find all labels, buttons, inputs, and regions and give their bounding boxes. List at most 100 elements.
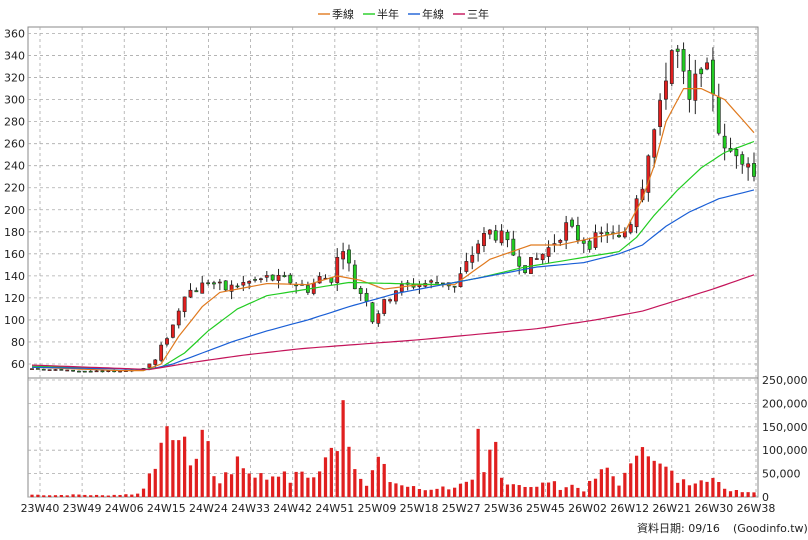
candle-up: [382, 299, 387, 314]
candle-up: [599, 232, 604, 234]
x-tick-label: 23W49: [63, 502, 102, 515]
volume-bar: [306, 477, 310, 497]
candle-down: [282, 275, 287, 278]
candle-up: [669, 50, 674, 84]
candle-down: [88, 370, 93, 373]
candle-up: [94, 370, 99, 373]
candle-up: [182, 296, 187, 312]
candlesticks: [30, 42, 756, 373]
volume-bar: [629, 463, 633, 497]
candle-down: [752, 163, 756, 177]
candle-down: [82, 370, 87, 373]
price-tick-label: 300: [4, 94, 25, 107]
volume-bar: [335, 451, 339, 497]
price-tick-label: 240: [4, 160, 25, 173]
candle-up: [564, 222, 569, 241]
x-tick-label: 26W02: [568, 502, 607, 515]
candle-up: [200, 282, 205, 294]
x-tick-label: 26W21: [652, 502, 691, 515]
volume-bar: [65, 495, 69, 497]
candle-down: [100, 370, 105, 373]
candle-down: [505, 231, 510, 241]
volume-bar: [382, 463, 386, 497]
x-tick-label: 25W36: [484, 502, 523, 515]
candle-down: [206, 282, 211, 285]
volume-bar: [664, 466, 668, 497]
candle-down: [452, 285, 457, 288]
volume-bar: [717, 482, 721, 497]
candle-up: [658, 100, 662, 127]
ma-line: [31, 189, 755, 371]
legend-label: 三年: [467, 7, 489, 21]
volume-bar: [77, 494, 81, 497]
volume-bar: [153, 468, 157, 497]
candle-down: [364, 292, 369, 302]
volume-bar: [646, 456, 650, 497]
volume-bar: [470, 479, 474, 497]
volume-bar: [617, 485, 621, 497]
candle-up: [593, 232, 598, 248]
candle-down: [710, 59, 715, 95]
volume-bar: [752, 492, 756, 497]
volume-bar: [42, 495, 46, 497]
volume-bar: [728, 491, 733, 497]
candle-down: [617, 234, 621, 238]
volume-bar: [118, 494, 122, 497]
price-tick-label: 360: [4, 28, 25, 41]
price-tick-label: 160: [4, 248, 25, 261]
volume-bar: [505, 484, 510, 497]
candle-up: [341, 251, 346, 260]
x-tick-label: 26W38: [737, 502, 776, 515]
volume-bar: [670, 470, 674, 497]
volume-bar: [582, 491, 586, 497]
candle-up: [429, 280, 434, 283]
x-axis: 23W40 23W49 24W06 24W15 24W24 24W33 24W42 24W51…: [21, 502, 776, 515]
volume-bar: [388, 482, 392, 497]
volume-bar: [476, 428, 480, 497]
candle-up: [335, 256, 340, 283]
price-tick-label: 320: [4, 72, 25, 85]
price-tick-label: 180: [4, 226, 25, 239]
volume-bar: [640, 447, 645, 497]
volume-bar: [576, 487, 580, 497]
price-tick-label: 260: [4, 138, 25, 151]
x-tick-label: 24W24: [189, 502, 228, 515]
price-tick-label: 60: [11, 358, 25, 371]
volume-bar: [599, 469, 603, 497]
ma-line: [31, 140, 755, 371]
candle-down: [722, 135, 727, 149]
data-date-label: 資料日期: 09/16: [637, 521, 720, 535]
volume-bar: [83, 494, 87, 497]
grid-lines: [28, 27, 758, 498]
candle-down: [575, 225, 580, 241]
x-tick-label: 24W51: [315, 502, 354, 515]
volume-bar: [652, 460, 656, 497]
candle-up: [217, 281, 222, 284]
price-tick-label: 80: [11, 336, 25, 349]
volume-bar: [558, 489, 562, 497]
x-tick-label: 23W40: [21, 502, 60, 515]
volume-bar: [400, 485, 404, 497]
candle-up: [376, 313, 381, 324]
volume-bar: [687, 485, 692, 497]
volume-bar: [229, 474, 234, 497]
volume-bar: [59, 495, 63, 497]
volume-bar: [593, 478, 598, 497]
volume-bar: [482, 472, 486, 497]
candle-up: [259, 278, 263, 281]
candle-up: [558, 240, 563, 243]
candle-up: [47, 369, 52, 371]
ma-line: [31, 274, 755, 371]
volume-bar: [323, 457, 328, 497]
candle-up: [53, 369, 58, 371]
volume-bar: [136, 493, 140, 497]
volume-bar: [711, 477, 715, 497]
candle-up: [65, 369, 70, 372]
candle-down: [687, 70, 692, 100]
candle-down: [253, 279, 257, 281]
price-tick-label: 140: [4, 270, 25, 283]
volume-bar: [206, 441, 210, 497]
volume-bar: [224, 472, 228, 497]
candle-down: [716, 96, 721, 134]
candle-up: [546, 247, 551, 257]
